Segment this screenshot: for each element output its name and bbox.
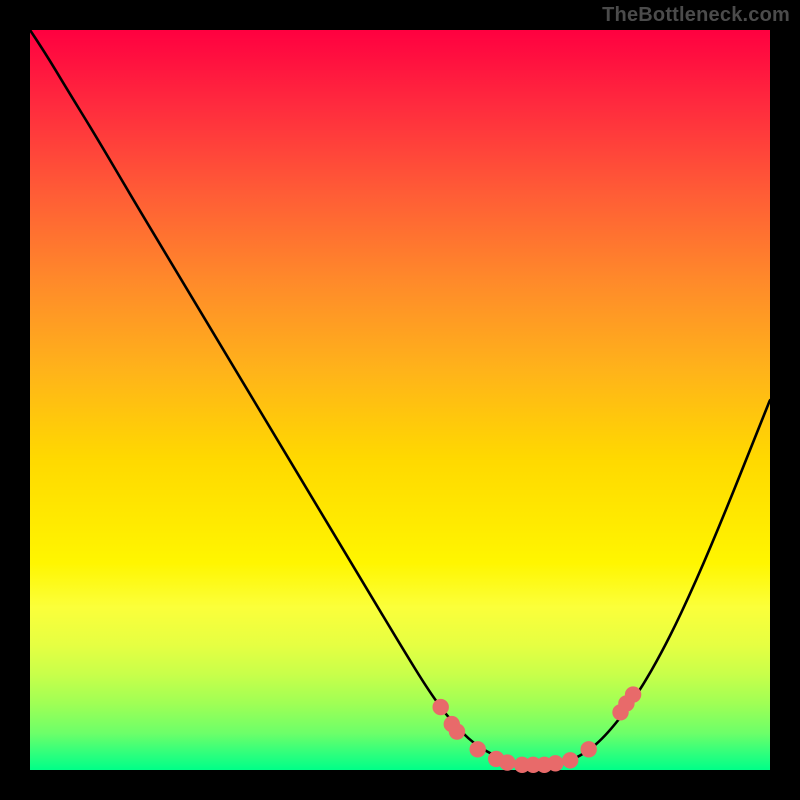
curve-layer (30, 30, 770, 770)
curve-marker (449, 723, 465, 739)
bottleneck-curve (30, 30, 770, 766)
curve-marker (433, 699, 449, 715)
curve-marker (547, 755, 563, 771)
curve-marker (625, 686, 641, 702)
chart-stage: TheBottleneck.com (0, 0, 800, 800)
plot-area (30, 30, 770, 770)
curve-marker (499, 754, 515, 770)
curve-marker (470, 741, 486, 757)
curve-marker (581, 741, 597, 757)
curve-marker (562, 752, 578, 768)
attribution-label: TheBottleneck.com (602, 4, 790, 27)
